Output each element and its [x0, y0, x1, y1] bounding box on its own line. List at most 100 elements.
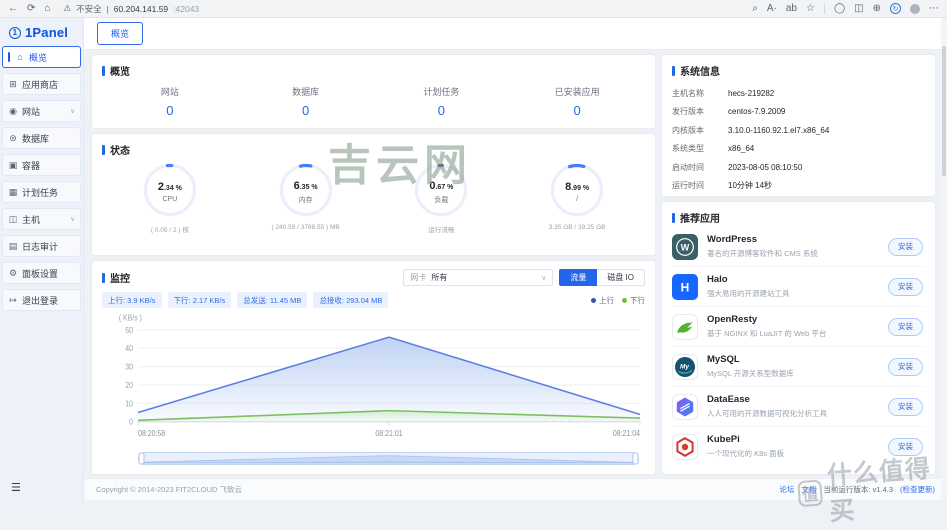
recommended-apps-title: 推荐应用: [672, 210, 925, 225]
database-icon: ⊜: [8, 133, 18, 144]
svg-text:H: H: [681, 280, 690, 294]
sidebar-collapse-icon[interactable]: ☰: [2, 479, 81, 496]
logout-icon: ↦: [8, 295, 18, 306]
more-menu-icon[interactable]: ⋯: [929, 4, 939, 14]
profile-avatar[interactable]: [910, 4, 920, 14]
stat-value[interactable]: 0: [374, 103, 510, 118]
system-info-label: 运行时间: [672, 180, 728, 191]
system-info-label: 发行版本: [672, 106, 728, 117]
chevron-down-icon: ∨: [70, 215, 75, 223]
chevron-down-icon: ∨: [70, 107, 75, 115]
app-name[interactable]: Halo: [707, 274, 879, 285]
sidebar-item-website[interactable]: ◉ 网站 ∨: [2, 100, 81, 122]
scrollbar-thumb[interactable]: [942, 46, 946, 176]
install-button[interactable]: 安装: [888, 278, 923, 296]
url-divider: |: [107, 4, 109, 14]
system-info-rows: 主机名称 hecs-219282 发行版本 centos-7.9.2009 内核…: [672, 84, 925, 195]
legend-dot-icon: [622, 298, 627, 303]
app-name[interactable]: MySQL: [707, 354, 879, 365]
footer-link-文档[interactable]: 文档: [801, 484, 816, 495]
system-info-label: 内核版本: [672, 125, 728, 136]
stat-value[interactable]: 0: [238, 103, 374, 118]
security-label: 不安全: [76, 3, 102, 15]
address-bar[interactable]: ⚠ 不安全 | 60.204.141.59:42043: [63, 3, 199, 15]
gauge-value: 0.67 %: [429, 176, 453, 194]
app-name[interactable]: OpenResty: [707, 314, 879, 325]
sidebar-item-overview[interactable]: ⌂ 概览: [2, 46, 81, 68]
stat-value[interactable]: 0: [509, 103, 645, 118]
monitor-title: 监控: [102, 270, 130, 285]
app-logo[interactable]: 1 1Panel: [2, 21, 81, 46]
install-button[interactable]: 安装: [888, 438, 923, 456]
url-port: :42043: [173, 4, 199, 14]
sidebar-item-settings[interactable]: ⚙ 面板设置: [2, 262, 81, 284]
footer-link-论坛[interactable]: 论坛: [779, 484, 794, 495]
check-update-link[interactable]: (检查更新): [900, 484, 935, 495]
gauge-value: 2.34 %: [158, 177, 182, 195]
sidebar-item-logs[interactable]: ▤ 日志审计: [2, 235, 81, 257]
url-host: 60.204.141.59: [114, 4, 168, 14]
kubepi-icon: [672, 434, 698, 460]
reload-icon[interactable]: ⟳: [27, 4, 35, 14]
browser-update-icon[interactable]: ↻: [890, 3, 901, 14]
browser-toolbar: ← ⟳ ⌂ ⚠ 不安全 | 60.204.141.59:42043 ⌕ A· a…: [0, 0, 947, 18]
system-info-label: 启动时间: [672, 162, 728, 173]
sidebar-menu: ⌂ 概览 ⊞ 应用商店 ◉ 网站 ∨ ⊜ 数据库 ▣ 容器 ▦ 计划任务 ◫ 主…: [2, 46, 81, 311]
chart-zoom-slider[interactable]: [138, 452, 639, 465]
app-row-OpenResty: OpenResty 基于 NGINX 和 LuaJIT 的 Web 平台 安装: [672, 307, 925, 347]
system-info-row: 主机名称 hecs-219282: [672, 84, 925, 103]
install-button[interactable]: 安装: [888, 318, 923, 336]
overview-stat: 网站 0: [102, 85, 238, 118]
install-button[interactable]: 安装: [888, 238, 923, 256]
gauge-detail: ( 0.05 / 2 ) 核: [151, 224, 189, 234]
svg-text:08:21:04: 08:21:04: [613, 428, 641, 438]
app-name[interactable]: WordPress: [707, 234, 879, 245]
sidebar-item-container[interactable]: ▣ 容器: [2, 154, 81, 176]
home-icon[interactable]: ⌂: [44, 4, 50, 14]
chevron-down-icon: ∨: [541, 274, 546, 282]
openresty-icon: [672, 314, 698, 340]
favorites-star-icon[interactable]: ☆: [806, 4, 815, 14]
collections-icon[interactable]: ⊕: [873, 4, 881, 14]
app-list: W WordPress 著名的开源博客软件和 CMS 系统 安装 H Halo …: [672, 227, 925, 466]
app-name[interactable]: KubePi: [707, 434, 879, 445]
find-icon[interactable]: ⌕: [752, 4, 758, 14]
tab-overview[interactable]: 概览: [97, 22, 143, 45]
install-button[interactable]: 安装: [888, 358, 923, 376]
page-scrollbar[interactable]: [941, 18, 947, 500]
install-button[interactable]: 安装: [888, 398, 923, 416]
halo-icon: H: [672, 274, 698, 300]
sidebar-item-label: 主机: [22, 213, 40, 226]
legend-item-上行[interactable]: 上行: [591, 295, 614, 306]
translate-icon[interactable]: ab: [786, 4, 797, 14]
app-description: MySQL 开源关系型数据库: [707, 368, 879, 379]
sidebar-item-database[interactable]: ⊜ 数据库: [2, 127, 81, 149]
svg-text:30: 30: [125, 362, 133, 372]
legend-item-下行[interactable]: 下行: [622, 295, 645, 306]
version-label: 当前运行版本: v1.4.3: [823, 484, 893, 495]
sidebar-item-logout[interactable]: ↦ 退出登录: [2, 289, 81, 311]
nic-select[interactable]: 网卡 所有 ∨: [403, 269, 553, 286]
traffic-chip: 总接收: 293.04 MB: [313, 292, 388, 308]
gauge-value: 8.99 %: [565, 177, 589, 195]
svg-text:50: 50: [125, 325, 133, 335]
zoom-slider-svg: [138, 452, 639, 465]
stat-value[interactable]: 0: [102, 103, 238, 118]
back-icon[interactable]: ←: [8, 4, 18, 14]
app-description: 一个现代化的 K8s 面板: [707, 448, 879, 459]
sidebar-item-label: 网站: [22, 105, 40, 118]
traffic-chart-svg: 01020304050( KB/s )08:20:5808:21:0108:21…: [102, 311, 645, 450]
extension-icon[interactable]: ◯: [834, 4, 845, 14]
view-button-磁盘 IO[interactable]: 磁盘 IO: [597, 269, 645, 286]
status-title: 状态: [102, 142, 645, 157]
sidebar-item-appstore[interactable]: ⊞ 应用商店: [2, 73, 81, 95]
sidebar-item-cronjob[interactable]: ▦ 计划任务: [2, 181, 81, 203]
read-aloud-icon[interactable]: A·: [767, 4, 777, 14]
app-description: 强大易用的开源建站工具: [707, 288, 879, 299]
svg-text:( KB/s ): ( KB/s ): [119, 313, 143, 323]
app-name[interactable]: DataEase: [707, 394, 879, 405]
sidebar-item-host[interactable]: ◫ 主机 ∨: [2, 208, 81, 230]
traffic-chart: 01020304050( KB/s )08:20:5808:21:0108:21…: [102, 311, 645, 450]
split-screen-icon[interactable]: ◫: [854, 4, 863, 14]
view-button-流量[interactable]: 流量: [559, 269, 597, 286]
